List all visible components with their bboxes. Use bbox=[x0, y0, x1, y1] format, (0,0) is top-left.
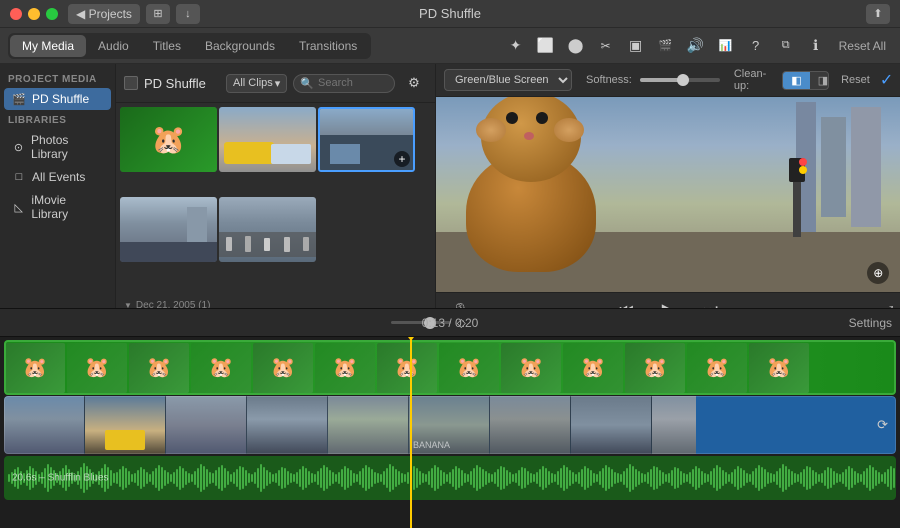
crop-icon[interactable]: ⬜ bbox=[533, 33, 559, 59]
timeline-settings-button[interactable]: Settings bbox=[849, 316, 892, 330]
clips-filter[interactable]: All Clips ▾ bbox=[226, 74, 287, 93]
sidebar-item-all-events[interactable]: □ All Events bbox=[4, 166, 111, 188]
cleanup-left-btn[interactable]: ◧ bbox=[783, 72, 809, 89]
tab-transitions[interactable]: Transitions bbox=[287, 35, 369, 57]
main-content: PROJECT MEDIA 🎬 PD Shuffle LIBRARIES ⊙ P… bbox=[0, 64, 900, 328]
title-bar: ◀ Projects ⊞ ↓ PD Shuffle ⬆ bbox=[0, 0, 900, 28]
audio-icon[interactable]: 🔊 bbox=[683, 33, 709, 59]
minimize-button[interactable] bbox=[28, 8, 40, 20]
tab-titles[interactable]: Titles bbox=[141, 35, 193, 57]
search-box: 🔍 bbox=[293, 74, 395, 93]
link-icon[interactable]: ⧉ bbox=[773, 33, 799, 59]
media-thumb-1[interactable]: 🐹 bbox=[120, 107, 217, 172]
settings-gear-icon[interactable]: ⚙ bbox=[401, 70, 427, 96]
timeline-header: ⬦ 0:13 / 0:20 Settings bbox=[0, 309, 900, 337]
imovie-icon: ◺ bbox=[12, 201, 25, 214]
question-icon[interactable]: ? bbox=[743, 33, 769, 59]
info-icon[interactable]: ℹ bbox=[803, 33, 829, 59]
media-panel-header: PD Shuffle All Clips ▾ 🔍 ⚙ bbox=[116, 64, 435, 103]
photos-icon: ⊙ bbox=[12, 141, 25, 154]
media-thumb-3[interactable]: + bbox=[318, 107, 415, 172]
keying-mode-select[interactable]: Green/Blue Screen bbox=[444, 69, 572, 91]
confirm-icon[interactable]: ✓ bbox=[880, 70, 893, 90]
project-media-section-title: PROJECT MEDIA bbox=[0, 70, 115, 87]
video-icon: 🎬 bbox=[12, 93, 26, 106]
snapshot-button[interactable]: ⊞ bbox=[146, 4, 170, 24]
preview-panel: Green/Blue Screen Softness: Clean-up: ◧ … bbox=[436, 64, 900, 328]
preview-video: ⊕ bbox=[436, 97, 900, 292]
street-track[interactable]: BANANA ⟳ bbox=[4, 396, 896, 454]
media-thumb-5[interactable] bbox=[219, 197, 316, 262]
events-icon: □ bbox=[12, 171, 26, 183]
softness-slider[interactable] bbox=[640, 78, 720, 82]
tab-my-media[interactable]: My Media bbox=[10, 35, 86, 57]
cleanup-right-btn[interactable]: ◨ bbox=[810, 72, 829, 89]
sidebar-item-events-label: All Events bbox=[32, 170, 85, 184]
media-thumb-4[interactable] bbox=[120, 197, 217, 262]
chart-icon[interactable]: 📊 bbox=[713, 33, 739, 59]
select-all-checkbox[interactable] bbox=[124, 76, 138, 90]
magic-wand-icon[interactable]: ✦ bbox=[503, 33, 529, 59]
clip-icon[interactable]: ▣ bbox=[623, 33, 649, 59]
media-grid: 🐹 + bbox=[116, 103, 435, 328]
titlebar-nav: ◀ Projects ⊞ ↓ bbox=[68, 4, 200, 24]
titlebar-right: ⬆ bbox=[866, 4, 890, 24]
reset-button[interactable]: Reset bbox=[841, 74, 870, 86]
tab-backgrounds[interactable]: Backgrounds bbox=[193, 35, 287, 57]
libraries-section-title: LIBRARIES bbox=[0, 111, 115, 128]
main-toolbar: My Media Audio Titles Backgrounds Transi… bbox=[0, 28, 900, 64]
sidebar-item-photos-label: Photos Library bbox=[31, 133, 103, 161]
timeline: ⬦ 0:13 / 0:20 Settings 🐹 🐹 🐹 🐹 🐹 🐹 🐹 🐹 bbox=[0, 308, 900, 528]
search-icon: 🔍 bbox=[300, 77, 314, 90]
sidebar: PROJECT MEDIA 🎬 PD Shuffle LIBRARIES ⊙ P… bbox=[0, 64, 116, 328]
sidebar-item-pd-shuffle[interactable]: 🎬 PD Shuffle bbox=[4, 88, 111, 110]
traffic-lights bbox=[10, 8, 58, 20]
track-area: 🐹 🐹 🐹 🐹 🐹 🐹 🐹 🐹 🐹 🐹 🐹 🐹 🐹 bbox=[0, 337, 900, 528]
media-thumb-2[interactable] bbox=[219, 107, 316, 172]
download-button[interactable]: ↓ bbox=[176, 4, 200, 24]
media-tabs: My Media Audio Titles Backgrounds Transi… bbox=[8, 33, 371, 59]
color-icon[interactable]: ⬤ bbox=[563, 33, 589, 59]
timeline-time-display: 0:13 / 0:20 bbox=[422, 316, 479, 330]
camera-icon[interactable]: 🎬 bbox=[653, 33, 679, 59]
softness-label: Softness: bbox=[586, 74, 632, 86]
window-title: PD Shuffle bbox=[419, 6, 481, 21]
sidebar-item-pd-shuffle-label: PD Shuffle bbox=[32, 92, 89, 106]
maximize-button[interactable] bbox=[46, 8, 58, 20]
back-button[interactable]: ◀ Projects bbox=[68, 4, 140, 24]
audio-track-label: 20.6s – Shufflin Blues bbox=[12, 473, 109, 484]
close-button[interactable] bbox=[10, 8, 22, 20]
tab-audio[interactable]: Audio bbox=[86, 35, 141, 57]
cleanup-label: Clean-up: bbox=[734, 68, 774, 92]
audio-track[interactable]: 20.6s – Shufflin Blues bbox=[4, 456, 896, 500]
filter-chevron-icon: ▾ bbox=[275, 77, 281, 90]
add-to-timeline-icon[interactable]: + bbox=[394, 151, 410, 167]
reset-all-button[interactable]: Reset All bbox=[833, 37, 892, 55]
media-panel: PD Shuffle All Clips ▾ 🔍 ⚙ 🐹 bbox=[116, 64, 436, 328]
trim-icon[interactable]: ✂ bbox=[593, 33, 619, 59]
playhead[interactable] bbox=[410, 337, 412, 528]
clips-filter-label: All Clips bbox=[233, 77, 273, 89]
cleanup-segmented-control: ◧ ◨ bbox=[782, 71, 829, 90]
share-button[interactable]: ⬆ bbox=[866, 4, 890, 24]
hamster-track[interactable]: 🐹 🐹 🐹 🐹 🐹 🐹 🐹 🐹 🐹 🐹 🐹 🐹 🐹 bbox=[4, 340, 896, 395]
sidebar-item-photos[interactable]: ⊙ Photos Library bbox=[4, 129, 111, 165]
search-input[interactable] bbox=[318, 77, 388, 89]
sidebar-item-imovie-label: iMovie Library bbox=[31, 193, 103, 221]
media-panel-title: PD Shuffle bbox=[144, 76, 220, 91]
preview-toolbar: Green/Blue Screen Softness: Clean-up: ◧ … bbox=[436, 64, 900, 97]
sidebar-item-imovie[interactable]: ◺ iMovie Library bbox=[4, 189, 111, 225]
